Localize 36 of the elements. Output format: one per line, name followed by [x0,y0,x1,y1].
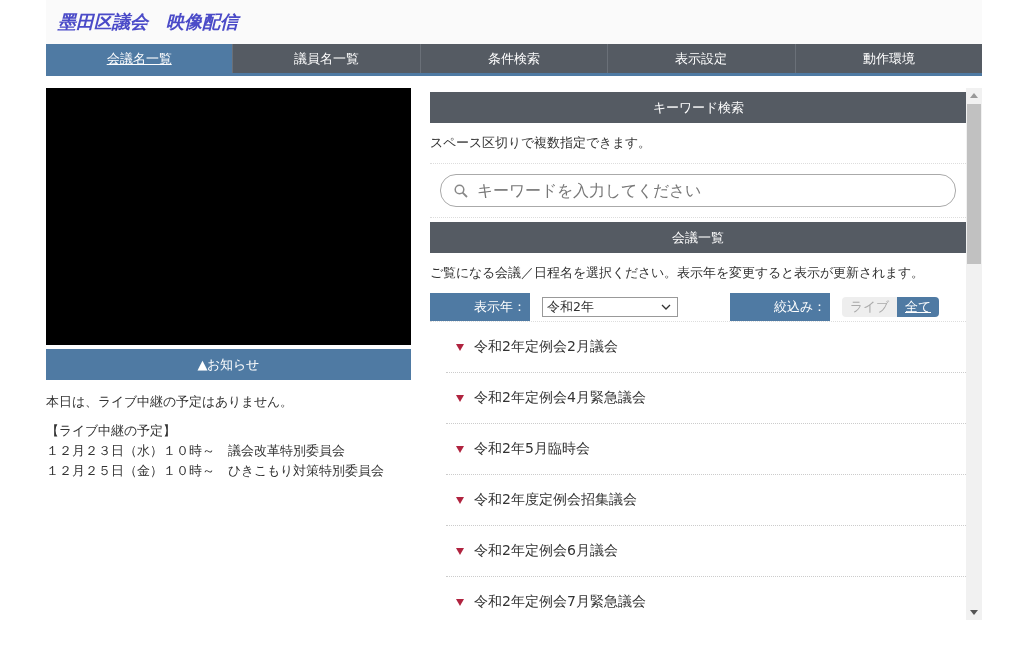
year-select[interactable]: 令和2年 [542,297,678,317]
meeting-link[interactable]: 令和2年定例会6月議会 [474,542,618,560]
nav-tab[interactable]: 条件検索 [419,44,608,73]
meeting-link[interactable]: 令和2年5月臨時会 [474,440,590,458]
meeting-link[interactable]: 令和2年定例会4月緊急議会 [474,389,646,407]
nav-tab[interactable]: 表示設定 [607,44,795,73]
section-header: 会議一覧 [430,222,966,253]
triangle-icon [456,343,464,351]
section-header: キーワード検索 [430,92,966,123]
meeting-link[interactable]: 令和2年度定例会招集議会 [474,491,637,509]
hint-text: ご覧になる会議／日程名を選択ください。表示年を変更すると表示が更新されます。 [430,264,925,282]
nav-tab[interactable]: 議員名一覧 [232,44,420,73]
meeting-link[interactable]: 令和2年定例会2月議会 [474,338,618,356]
triangle-icon [456,496,464,504]
triangle-icon [456,547,464,555]
hint-text: スペース区切りで複数指定できます。 [430,134,652,152]
year-label: 表示年： [430,293,530,321]
filter-toggle[interactable]: 全て [897,297,939,317]
chevron-icon [661,304,671,310]
search-icon [454,184,468,198]
notice-message: 本日は、ライブ中継の予定はありません。 [46,394,294,411]
scroll-down-icon[interactable] [970,610,978,615]
triangle-icon [456,445,464,453]
search-field[interactable]: キーワードを入力してください [440,174,956,207]
notice-header[interactable]: ▲お知らせ [46,349,411,380]
nav-tab[interactable]: 会議名一覧 [46,44,233,73]
schedule-entry: １２月２５日（金）１０時～ ひきこもり対策特別委員会 [46,462,385,480]
scrollbar[interactable] [966,88,982,620]
triangle-icon [456,394,464,402]
nav-tab[interactable]: 動作環境 [794,44,982,73]
meeting-link[interactable]: 令和2年定例会7月緊急議会 [474,593,646,611]
filter-label: 絞込み： [730,293,830,321]
scroll-up-icon[interactable] [970,93,978,98]
schedule-entry: １２月２３日（水）１０時～ 議会改革特別委員会 [46,442,346,460]
schedule-heading: 【ライブ中継の予定】 [46,422,177,440]
triangle-icon [456,598,464,606]
